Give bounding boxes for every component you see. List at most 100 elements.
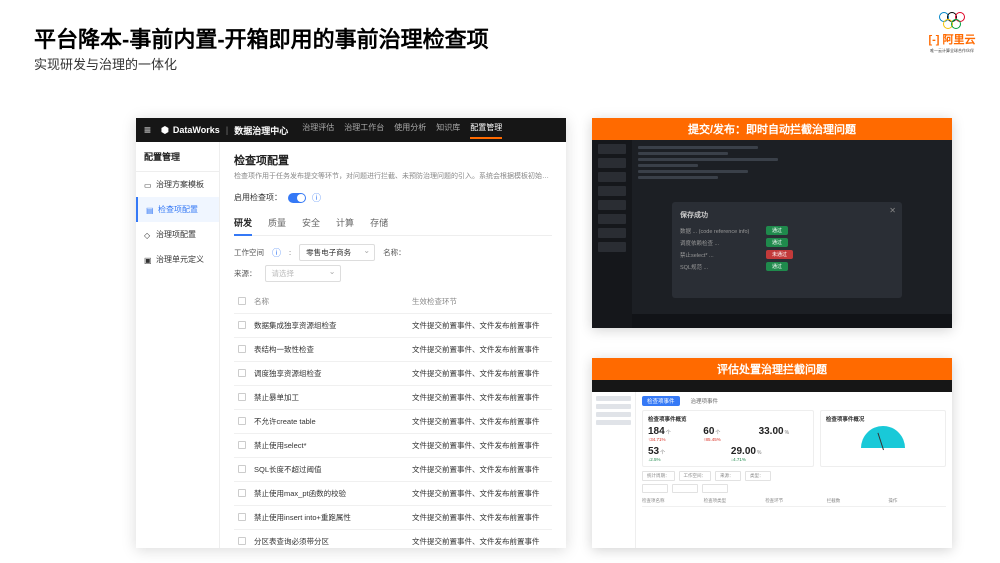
check-result-row: 调度依赖检查 ...通过: [680, 238, 894, 247]
content-tab-dev[interactable]: 研发: [234, 216, 252, 229]
sidebar-title: 配置管理: [136, 142, 219, 172]
content-tab-quality[interactable]: 质量: [268, 216, 286, 229]
row-checkbox[interactable]: [238, 441, 246, 449]
menu-icon[interactable]: ≡: [144, 123, 151, 137]
main-screenshot: ≡ ⬢ DataWorks | 数据治理中心 治理评估 治理工作台 使用分析 知…: [136, 118, 566, 548]
sidebar-item-unit-define[interactable]: ▣ 治理单元定义: [136, 247, 219, 272]
sidebar-item-govern-config[interactable]: ◇ 治理项配置: [136, 222, 219, 247]
table-row[interactable]: 禁止使用max_pt函数的校验文件提交前置事件、文件发布前置事件: [234, 482, 552, 506]
stat-delta: ↑34.71%: [648, 437, 697, 442]
content-tab-security[interactable]: 安全: [302, 216, 320, 229]
cell-stage: 文件提交前置事件、文件发布前置事件: [412, 464, 548, 475]
brand-block: ⬢ DataWorks | 数据治理中心: [161, 124, 288, 137]
table-row[interactable]: SQL长度不超过阈值文件提交前置事件、文件发布前置事件: [234, 458, 552, 482]
filter-box[interactable]: [702, 484, 728, 493]
cell-stage: 文件提交前置事件、文件发布前置事件: [412, 392, 548, 403]
status-badge: 未通过: [766, 250, 793, 259]
filter-row: 统计周期： 工作空间：来源： 类型：: [642, 471, 946, 481]
nav-tab[interactable]: 治理工作台: [344, 122, 384, 139]
check-result-row: 禁止select* ...未通过: [680, 250, 894, 259]
nav-tab[interactable]: 知识库: [436, 122, 460, 139]
topbar: ≡ ⬢ DataWorks | 数据治理中心 治理评估 治理工作台 使用分析 知…: [136, 118, 566, 142]
row-checkbox[interactable]: [238, 417, 246, 425]
brand-module: 数据治理中心: [234, 124, 288, 137]
check-label: 调度依赖检查 ...: [680, 239, 760, 247]
row-checkbox[interactable]: [238, 321, 246, 329]
enable-toggle[interactable]: [288, 193, 306, 203]
content-tab-storage[interactable]: 存储: [370, 216, 388, 229]
table-row[interactable]: 禁止暴单加工文件提交前置事件、文件发布前置事件: [234, 386, 552, 410]
dashboard-body: 检查项事件 治理项事件 检查项事件概览 184个↑34.71%60个↑85.45…: [592, 380, 952, 548]
stat-unit: %: [785, 430, 789, 436]
stat-block: 184个↑34.71%: [648, 426, 697, 442]
close-icon[interactable]: ✕: [889, 206, 896, 215]
cell-name: 表结构一致性检查: [254, 344, 412, 355]
row-checkbox[interactable]: [238, 489, 246, 497]
filter-box[interactable]: [672, 484, 698, 493]
banner-title-2: 评估处置治理拦截问题: [592, 358, 952, 380]
sidebar-item-label: 检查项配置: [158, 204, 198, 215]
table-row[interactable]: 禁止使用select*文件提交前置事件、文件发布前置事件: [234, 434, 552, 458]
nav-tab[interactable]: 治理评估: [302, 122, 334, 139]
status-badge: 通过: [766, 226, 788, 235]
select-all-checkbox[interactable]: [238, 297, 246, 305]
filter-label-box[interactable]: 工作空间：: [679, 471, 712, 481]
filters-row: 工作空间 ⓘ : 零售电子商务 名称：: [234, 244, 552, 261]
row-checkbox[interactable]: [238, 465, 246, 473]
source-select[interactable]: 请选择: [265, 265, 341, 282]
nav-tab-active[interactable]: 配置管理: [470, 122, 502, 139]
brand-logo: [-] 阿里云 唯一云计算全球合作伙伴: [924, 12, 980, 54]
info-icon[interactable]: ⓘ: [272, 246, 281, 259]
stat-unit: 个: [666, 430, 671, 436]
dash-tab-active[interactable]: 检查项事件: [642, 396, 680, 406]
table-row[interactable]: 表结构一致性检查文件提交前置事件、文件发布前置事件: [234, 338, 552, 362]
cell-name: SQL长度不超过阈值: [254, 464, 412, 475]
sidebar-item-check-config[interactable]: ▤ 检查项配置: [136, 197, 219, 222]
workspace-filter-label: 工作空间: [234, 247, 264, 258]
filter-label-box[interactable]: 来源：: [715, 471, 741, 481]
screenshot-submit-publish: 提交/发布：即时自动拦截治理问题 保存成功 ✕ 数据 ... (code ref…: [592, 118, 952, 328]
workspace-select[interactable]: 零售电子商务: [299, 244, 375, 261]
table-row[interactable]: 禁止使用insert into+重跑属性文件提交前置事件、文件发布前置事件: [234, 506, 552, 530]
table-row[interactable]: 数据集成独享资源组检查文件提交前置事件、文件发布前置事件: [234, 314, 552, 338]
table-row[interactable]: 不允许create table文件提交前置事件、文件发布前置事件: [234, 410, 552, 434]
dash-tab[interactable]: 治理项事件: [686, 396, 724, 406]
stat-block: 33.00%: [759, 426, 808, 442]
nav-tab[interactable]: 使用分析: [394, 122, 426, 139]
checklist-icon: ▤: [146, 206, 154, 214]
status-badge: 通过: [766, 262, 788, 271]
row-checkbox[interactable]: [238, 537, 246, 545]
filter-label-box[interactable]: 统计周期：: [642, 471, 675, 481]
code-editor[interactable]: [638, 146, 778, 182]
stat-unit: %: [757, 450, 761, 456]
ide-statusbar: [632, 314, 952, 328]
content-tab-compute[interactable]: 计算: [336, 216, 354, 229]
gauge-card: 检查项事件概况: [820, 410, 946, 467]
filter-label-box[interactable]: 类型：: [745, 471, 771, 481]
card-title: 检查项事件概况: [826, 415, 940, 423]
aliyun-logo-text: [-] 阿里云: [924, 31, 980, 47]
filter-box[interactable]: [642, 484, 668, 493]
dash-tabs: 检查项事件 治理项事件: [642, 396, 946, 406]
row-checkbox[interactable]: [238, 345, 246, 353]
stats-card: 检查项事件概览 184个↑34.71%60个↑85.45%33.00% 53个↓…: [642, 410, 814, 467]
cell-stage: 文件提交前置事件、文件发布前置事件: [412, 416, 548, 427]
dash-sidebar[interactable]: [592, 392, 636, 548]
col-header: 检查环节: [765, 498, 823, 504]
cell-stage: 文件提交前置事件、文件发布前置事件: [412, 536, 548, 547]
table-row[interactable]: 分区表查询必须带分区文件提交前置事件、文件发布前置事件: [234, 530, 552, 548]
row-checkbox[interactable]: [238, 393, 246, 401]
enable-label: 启用检查项：: [234, 192, 282, 203]
dash-topbar: [592, 380, 952, 392]
row-checkbox[interactable]: [238, 513, 246, 521]
table-row[interactable]: 调度独享资源组检查文件提交前置事件、文件发布前置事件: [234, 362, 552, 386]
diamond-icon: ◇: [144, 231, 152, 239]
info-icon[interactable]: ⓘ: [312, 191, 321, 204]
stat-number: 53: [648, 446, 659, 457]
cell-name: 禁止使用insert into+重跑属性: [254, 512, 412, 523]
cell-stage: 文件提交前置事件、文件发布前置事件: [412, 512, 548, 523]
row-checkbox[interactable]: [238, 369, 246, 377]
sidebar-item-template[interactable]: ▭ 治理方案模板: [136, 172, 219, 197]
ide-file-tree[interactable]: [592, 140, 632, 328]
stat-delta: ↓4.71%: [731, 457, 808, 462]
